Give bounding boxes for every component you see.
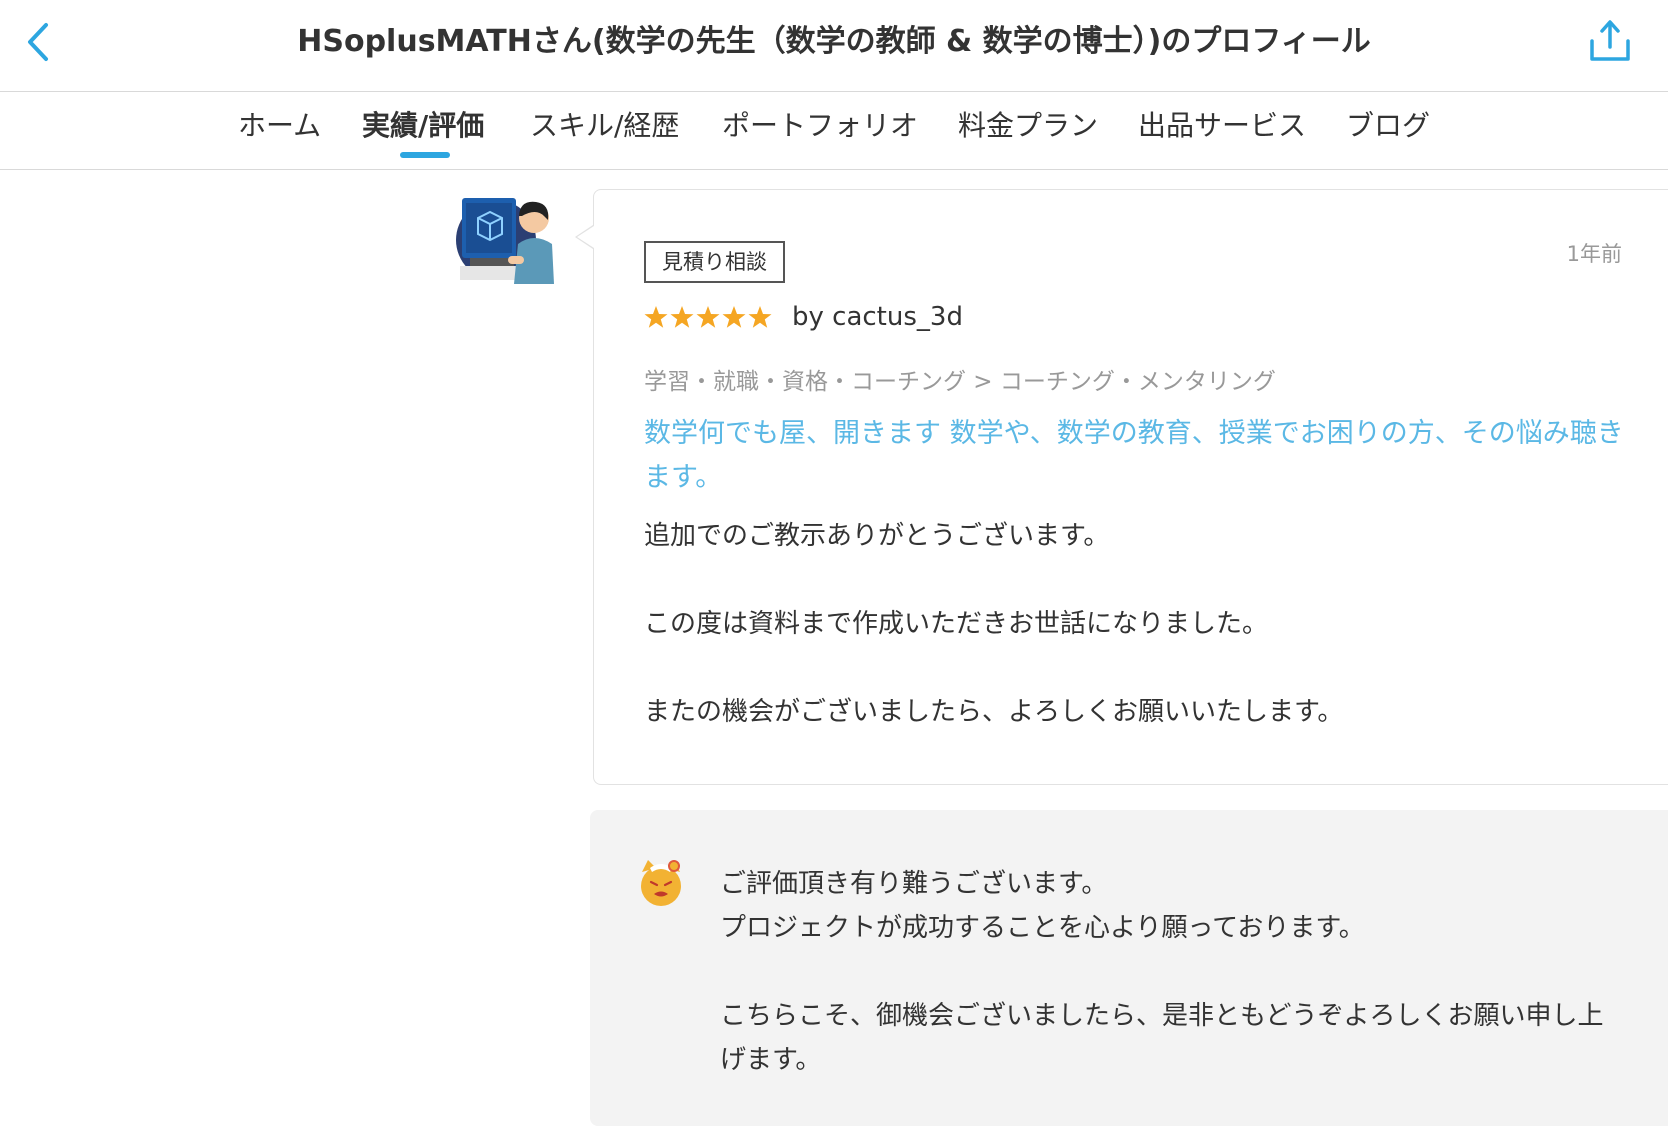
page-title: HSoplusMATHさん(数学の先生（数学の教師 & 数学の博士）)のプロフィ… [297, 24, 1371, 59]
share-icon [1590, 20, 1630, 61]
review-text: 追加でのご教示ありがとうございます。 この度は資料まで作成いただきお世話になりま… [644, 514, 1624, 778]
active-tab-indicator [400, 152, 450, 158]
reviewer-avatar[interactable] [456, 194, 556, 284]
tab-services[interactable]: 出品サービス [1138, 106, 1306, 146]
profile-tabs: ホーム 実績/評価 スキル/経歴 ポートフォリオ 料金プラン 出品サービス ブロ… [0, 92, 1668, 170]
request-type-badge: 見積り相談 [644, 241, 785, 283]
review-paragraph: 追加でのご教示ありがとうございます。 [644, 521, 1110, 551]
tab-pricing-plans[interactable]: 料金プラン [958, 106, 1098, 146]
rating-stars [644, 300, 772, 334]
reply-paragraph: ご評価頂き有り難うございます。 プロジェクトが成功することを心より願っております… [720, 869, 1365, 943]
review-card: 見積り相談 1年前 by cactus_3d 学習・就職・資格・コーチング > … [593, 189, 1668, 785]
star-icon [696, 306, 720, 328]
star-icon [644, 306, 668, 328]
review-paragraph: この度は資料まで作成いただきお世話になりました。 [644, 609, 1269, 639]
star-icon [722, 306, 746, 328]
card-pointer-fill [577, 226, 594, 248]
top-bar: HSoplusMATHさん(数学の先生（数学の教師 & 数学の博士）)のプロフィ… [0, 0, 1668, 92]
reply-text: ご評価頂き有り難うございます。 プロジェクトが成功することを心より願っております… [720, 862, 1620, 1126]
review-time: 1年前 [1566, 242, 1622, 266]
star-icon [670, 306, 694, 328]
tab-achievements-reviews[interactable]: 実績/評価 [362, 106, 484, 146]
tab-portfolio[interactable]: ポートフォリオ [722, 106, 918, 146]
star-icon [748, 306, 772, 328]
tab-skills-career[interactable]: スキル/経歴 [530, 106, 679, 146]
seller-avatar[interactable] [636, 858, 686, 908]
share-button[interactable] [1586, 18, 1634, 64]
service-title-link[interactable]: 数学何でも屋、開きます 数学や、数学の教育、授業でお困りの方、その悩み聴きます。 [644, 412, 1624, 500]
seller-reply: ご評価頂き有り難うございます。 プロジェクトが成功することを心より願っております… [590, 810, 1668, 1126]
reply-paragraph: こちらこそ、御機会ございましたら、是非ともどうぞよろしくお願い申し上げます。 [720, 1001, 1604, 1075]
reviewer-name: by cactus_3d [792, 302, 963, 332]
review-paragraph: またの機会がございましたら、よろしくお願いいたします。 [644, 697, 1344, 727]
chevron-left-icon [28, 23, 48, 61]
back-button[interactable] [20, 20, 54, 64]
service-category: 学習・就職・資格・コーチング > コーチング・メンタリング [644, 369, 1276, 395]
tab-blog[interactable]: ブログ [1346, 106, 1430, 146]
tab-home[interactable]: ホーム [238, 106, 321, 146]
